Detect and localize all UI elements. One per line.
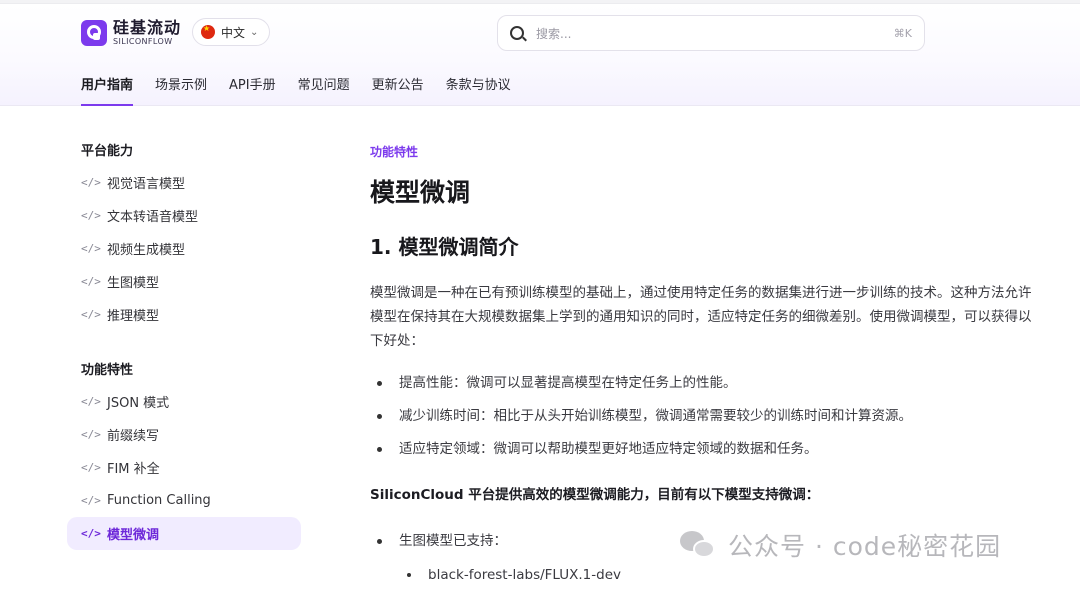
sidebar-item-prefix-completion[interactable]: </> 前缀续写 <box>67 418 301 451</box>
sidebar-item-label: Function Calling <box>107 493 211 508</box>
sidebar-item-label: 视频生成模型 <box>107 243 186 258</box>
watermark-text: 公众号 · code秘密花园 <box>728 532 1002 561</box>
logo[interactable]: 硅基流动 SILICONFLOW <box>81 20 181 46</box>
sidebar-item-fine-tuning[interactable]: </> 模型微调 <box>67 517 301 550</box>
breadcrumb[interactable]: 功能特性 <box>370 143 1035 163</box>
sidebar: 平台能力 </> 视觉语言模型 </> 文本转语音模型 </> 视频生成模型 <… <box>67 130 301 550</box>
support-statement: SiliconCloud 平台提供高效的模型微调能力，目前有以下模型支持微调： <box>370 487 820 503</box>
sidebar-item-fim-completion[interactable]: </> FIM 补全 <box>67 451 301 484</box>
intro-paragraph: 模型微调是一种在已有预训练模型的基础上，通过使用特定任务的数据集进行进一步训练的… <box>370 285 1032 349</box>
section-heading: 1. 模型微调简介 <box>370 235 519 259</box>
tab-terms[interactable]: 条款与协议 <box>446 74 511 103</box>
sidebar-item-reasoning-model[interactable]: </> 推理模型 <box>67 298 301 331</box>
language-label: 中文 <box>221 25 246 40</box>
sidebar-item-vision-language-model[interactable]: </> 视觉语言模型 <box>67 166 301 199</box>
logo-en: SILICONFLOW <box>113 37 173 46</box>
sidebar-item-label: 视觉语言模型 <box>107 177 186 192</box>
benefits-list: 提高性能：微调可以显著提高模型在特定任务上的性能。 减少训练时间：相比于从头开始… <box>370 367 1035 466</box>
code-icon: </> <box>81 242 101 255</box>
list-item: 减少训练时间：相比于从头开始训练模型，微调通常需要较少的训练时间和计算资源。 <box>370 400 1035 433</box>
sidebar-section-features: 功能特性 <box>81 363 134 378</box>
code-icon: </> <box>81 494 101 507</box>
sidebar-item-label: 生图模型 <box>107 276 160 291</box>
tab-announcements[interactable]: 更新公告 <box>372 74 424 103</box>
sidebar-section-platform: 平台能力 <box>81 144 134 159</box>
sidebar-item-label: 前缀续写 <box>107 429 160 444</box>
search-icon <box>510 26 524 40</box>
code-icon: </> <box>81 176 101 189</box>
list-item: 适应特定领域：微调可以帮助模型更好地适应特定领域的数据和任务。 <box>370 433 1035 466</box>
china-flag-icon <box>201 24 215 39</box>
search-placeholder: 搜索... <box>536 26 572 41</box>
code-icon: </> <box>81 275 101 288</box>
sidebar-item-json-mode[interactable]: </> JSON 模式 <box>67 385 301 418</box>
sidebar-item-label: FIM 补全 <box>107 462 160 477</box>
code-icon: </> <box>81 527 101 540</box>
tab-api-manual[interactable]: API手册 <box>229 74 276 103</box>
page-title: 模型微调 <box>370 178 471 207</box>
top-nav-tabs: 用户指南 场景示例 API手册 常见问题 更新公告 条款与协议 <box>81 74 533 106</box>
sidebar-item-video-model[interactable]: </> 视频生成模型 <box>67 232 301 265</box>
sidebar-item-label: 推理模型 <box>107 309 160 324</box>
siliconflow-logo-icon <box>81 20 107 46</box>
search-shortcut: ⌘K <box>893 26 912 40</box>
sidebar-item-label: 模型微调 <box>107 528 160 543</box>
search-input[interactable]: 搜索... ⌘K <box>497 15 925 51</box>
code-icon: </> <box>81 308 101 321</box>
language-selector[interactable]: 中文 ⌄ <box>192 18 270 46</box>
sidebar-item-label: 文本转语音模型 <box>107 210 199 225</box>
logo-cn: 硅基流动 <box>113 18 182 37</box>
sidebar-item-function-calling[interactable]: </> Function Calling <box>67 484 301 517</box>
tab-faq[interactable]: 常见问题 <box>298 74 350 103</box>
nested-list-item: black-forest-labs/FLUX.1-dev <box>370 558 1035 592</box>
code-icon: </> <box>81 209 101 222</box>
sidebar-item-image-model[interactable]: </> 生图模型 <box>67 265 301 298</box>
logo-text: 硅基流动 SILICONFLOW <box>113 20 181 46</box>
wechat-icon <box>680 531 716 559</box>
list-item: 提高性能：微调可以显著提高模型在特定任务上的性能。 <box>370 367 1035 400</box>
code-icon: </> <box>81 395 101 408</box>
wechat-watermark: 公众号 · code秘密花园 <box>680 527 1001 563</box>
sidebar-item-tts-model[interactable]: </> 文本转语音模型 <box>67 199 301 232</box>
tab-scenario-examples[interactable]: 场景示例 <box>155 74 207 103</box>
chevron-down-icon: ⌄ <box>250 26 259 38</box>
code-icon: </> <box>81 428 101 441</box>
sidebar-item-label: JSON 模式 <box>107 396 170 411</box>
tab-user-guide[interactable]: 用户指南 <box>81 74 134 106</box>
site-header: 硅基流动 SILICONFLOW 中文 ⌄ 搜索... ⌘K 用户指南 场景示例… <box>0 4 1080 106</box>
code-icon: </> <box>81 461 101 474</box>
main-content: 功能特性 模型微调 1. 模型微调简介 模型微调是一种在已有预训练模型的基础上，… <box>370 143 1035 592</box>
